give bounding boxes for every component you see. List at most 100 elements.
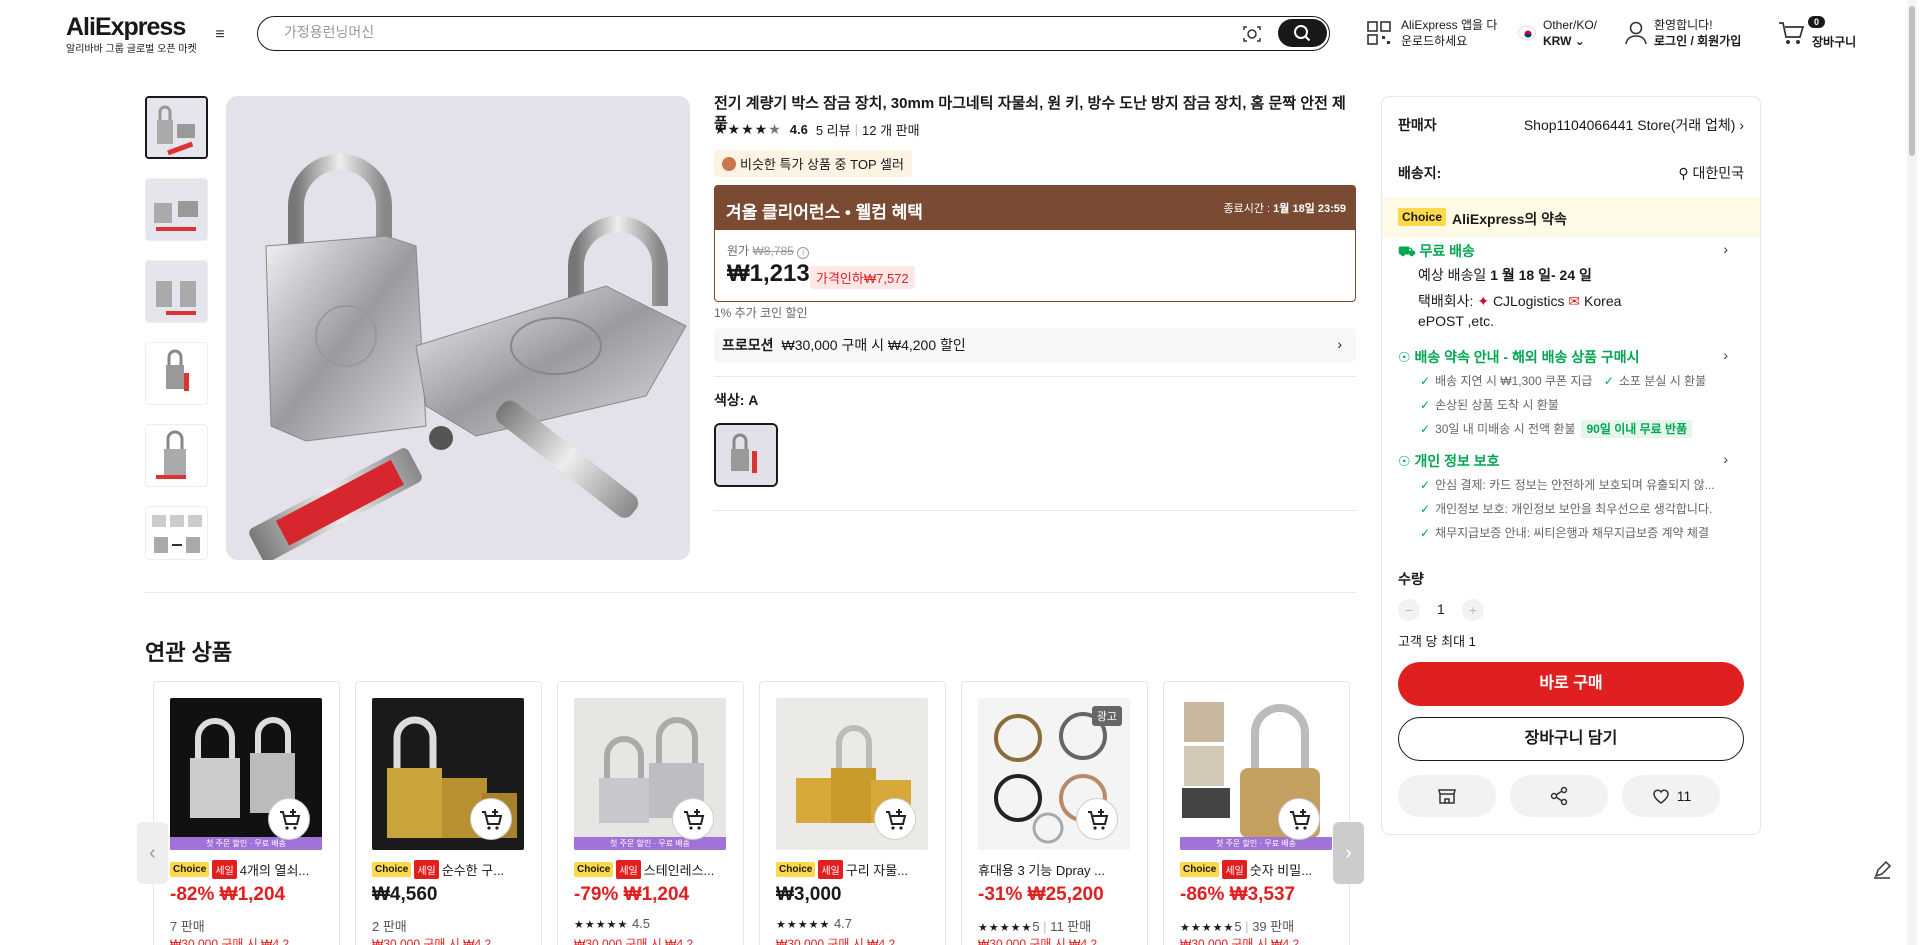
discount-percent: -31% — [978, 884, 1023, 905]
card-promo: ₩30,000 구매 시 ₩4,2 — [1180, 937, 1300, 945]
top-seller-text: 비슷한 특가 상품 중 TOP 셀러 — [740, 157, 904, 172]
promise-item: 손상된 상품 도착 시 환불 — [1435, 398, 1559, 412]
cart-count-badge: 0 — [1808, 16, 1826, 28]
camera-icon[interactable] — [1241, 23, 1263, 45]
product-name[interactable]: 숫자 비밀... — [1250, 860, 1312, 879]
add-to-cart-button[interactable]: 장바구니 담기 — [1398, 717, 1744, 761]
product-card[interactable]: 광고 휴대용 3 기능 Dpray ... -31% ₩25,200 ★★★★★… — [961, 681, 1148, 945]
product-image[interactable]: 첫 주문 할인 · 무료 배송 — [1180, 698, 1332, 850]
add-to-cart-icon[interactable] — [874, 798, 916, 840]
sale-tag: 세일 — [414, 860, 439, 879]
add-to-cart-icon[interactable] — [672, 798, 714, 840]
add-to-cart-icon[interactable] — [268, 798, 310, 840]
quantity-decrease-button[interactable]: − — [1398, 599, 1420, 621]
privacy-section[interactable]: ☉ 개인 정보 보호 › — [1398, 451, 1744, 471]
rating-value: 4.5 — [631, 916, 651, 931]
add-to-cart-icon[interactable] — [470, 798, 512, 840]
menu-icon[interactable]: ≡ — [210, 25, 230, 45]
page-scrollbar[interactable] — [1907, 0, 1917, 945]
product-card[interactable]: Choice 세일 구리 자물... ₩3,000 ★★★★★ 4.7 ₩30,00… — [759, 681, 946, 945]
product-image[interactable]: 광고 — [978, 698, 1130, 850]
product-image[interactable] — [776, 698, 928, 850]
thumbnail[interactable] — [145, 506, 208, 560]
scrollbar-thumb[interactable] — [1909, 6, 1915, 156]
search-icon — [1294, 25, 1311, 42]
promo-banner: 겨울 클리어런스 • 웰컴 혜택 종료시간 : 1월 18일 23:59 — [714, 185, 1356, 230]
language-currency-selector[interactable]: Other/KO/ KRW ⌄ — [1543, 17, 1597, 49]
sale-tag: 세일 — [818, 860, 843, 879]
wishlist-button[interactable]: 11 — [1622, 775, 1720, 817]
cart-icon[interactable] — [1778, 20, 1806, 46]
choice-tag: Choice — [170, 862, 210, 877]
price-value: ₩3,537 — [1229, 884, 1296, 905]
thumbnail[interactable] — [145, 424, 208, 487]
choice-promise-bar: Choice AliExpress의 약속 — [1382, 197, 1760, 237]
rating-stars: ★★★★★ — [574, 919, 629, 931]
chevron-down-icon: ⌄ — [1574, 34, 1585, 48]
privacy-item: 안심 결제: 카드 정보는 안전하게 보호되며 유출되지 않... — [1435, 478, 1715, 492]
product-image[interactable] — [372, 698, 524, 850]
sold-count: 11 판매 — [1050, 919, 1092, 934]
user-icon[interactable] — [1624, 20, 1648, 46]
location-icon: ⚲ — [1678, 165, 1689, 181]
carousel-next-button[interactable]: › — [1333, 822, 1364, 884]
product-card[interactable]: 첫 주문 할인 · 무료 배송 Choice 세일 4개의 열쇠... -82% ₩… — [153, 681, 340, 945]
carrier: 택배회사: ✦ CJLogistics ✉ Korea — [1418, 291, 1764, 311]
logo[interactable]: AliExpress — [66, 13, 186, 42]
search-input[interactable] — [284, 24, 1184, 40]
product-price: -31% ₩25,200 — [978, 884, 1104, 906]
store-button[interactable] — [1398, 775, 1496, 817]
product-image[interactable]: 첫 주문 할인 · 무료 배송 — [574, 698, 726, 850]
seller-link[interactable]: Shop1104066441 Store(거래 업체) › — [1524, 115, 1744, 135]
add-to-cart-icon[interactable] — [1076, 798, 1118, 840]
account-link[interactable]: 환영합니다! 로그인 / 회원가입 — [1654, 17, 1741, 49]
card-promo: ₩30,000 구매 시 ₩4,2 — [574, 937, 694, 945]
color-option-a[interactable] — [714, 423, 778, 487]
thumbnail[interactable] — [145, 178, 208, 241]
qr-icon[interactable] — [1366, 20, 1392, 46]
search-button[interactable] — [1278, 19, 1327, 47]
product-name[interactable]: 순수한 구... — [442, 860, 504, 879]
delivery-promise-section[interactable]: ☉ 배송 약속 안내 - 해외 배송 상품 구매시 › — [1398, 347, 1744, 367]
product-name[interactable]: 4개의 열쇠... — [240, 860, 310, 879]
product-card[interactable]: 첫 주문 할인 · 무료 배송 Choice 세일 스테인레스... -79% ₩1… — [557, 681, 744, 945]
discount-percent: -82% — [170, 884, 215, 905]
share-button[interactable] — [1510, 775, 1608, 817]
review-count[interactable]: 5 리뷰 — [816, 120, 851, 139]
store-icon — [1438, 789, 1456, 804]
info-icon[interactable]: i — [797, 247, 810, 259]
quantity-label: 수량 — [1398, 571, 1424, 587]
divider — [145, 592, 1356, 593]
main-product-image[interactable] — [226, 96, 690, 560]
carousel-prev-button[interactable]: ‹ — [137, 822, 168, 884]
thumbnail[interactable] — [145, 342, 208, 405]
eta-label: 예상 배송일 — [1418, 267, 1487, 283]
ship-to-selector[interactable]: ⚲ 대한민국 — [1678, 163, 1744, 183]
price-value: ₩25,200 — [1027, 884, 1104, 905]
quantity-increase-button[interactable]: + — [1462, 599, 1484, 621]
medal-icon — [722, 156, 736, 171]
product-card[interactable]: Choice 세일 순수한 구... ₩4,560 2 판매 ₩30,000 구매 … — [355, 681, 542, 945]
rating-stars: ★★★★★ — [776, 919, 831, 931]
product-card[interactable]: 첫 주문 할인 · 무료 배송 Choice 세일 숫자 비밀... -86% ₩3… — [1163, 681, 1350, 945]
app-download-link[interactable]: AliExpress 앱을 다 운로드하세요 — [1401, 17, 1511, 49]
edit-icon[interactable] — [1868, 856, 1896, 884]
promotion-row[interactable]: 프로모션 ₩30,000 구매 시 ₩4,200 할인 › — [714, 328, 1356, 362]
quantity-value[interactable]: 1 — [1437, 601, 1445, 617]
add-to-cart-icon[interactable] — [1278, 798, 1320, 840]
seller-name[interactable]: Shop1104066441 Store(거래 업체) — [1524, 117, 1736, 133]
buy-now-button[interactable]: 바로 구매 — [1398, 662, 1744, 706]
thumbnail[interactable] — [145, 96, 208, 159]
thumbnail[interactable] — [145, 260, 208, 323]
product-name[interactable]: 스테인레스... — [644, 860, 715, 879]
rating: ★★★★★ 4.7 — [776, 916, 852, 931]
rating-row[interactable]: ★★★★★ 4.6 5 리뷰 | 12 개 판매 — [714, 120, 920, 139]
login-signup-link[interactable]: 로그인 / 회원가입 — [1654, 33, 1741, 49]
sold-count: 39 판매 — [1252, 919, 1295, 934]
cart-label[interactable]: 장바구니 — [1812, 33, 1856, 50]
product-name[interactable]: 구리 자물... — [846, 860, 908, 879]
product-name[interactable]: 휴대용 3 기능 Dpray ... — [978, 860, 1105, 879]
product-image[interactable]: 첫 주문 할인 · 무료 배송 — [170, 698, 322, 850]
free-shipping-section[interactable]: ⛟ 무료 배송 › — [1398, 241, 1744, 262]
discount-percent: -79% — [574, 884, 619, 905]
